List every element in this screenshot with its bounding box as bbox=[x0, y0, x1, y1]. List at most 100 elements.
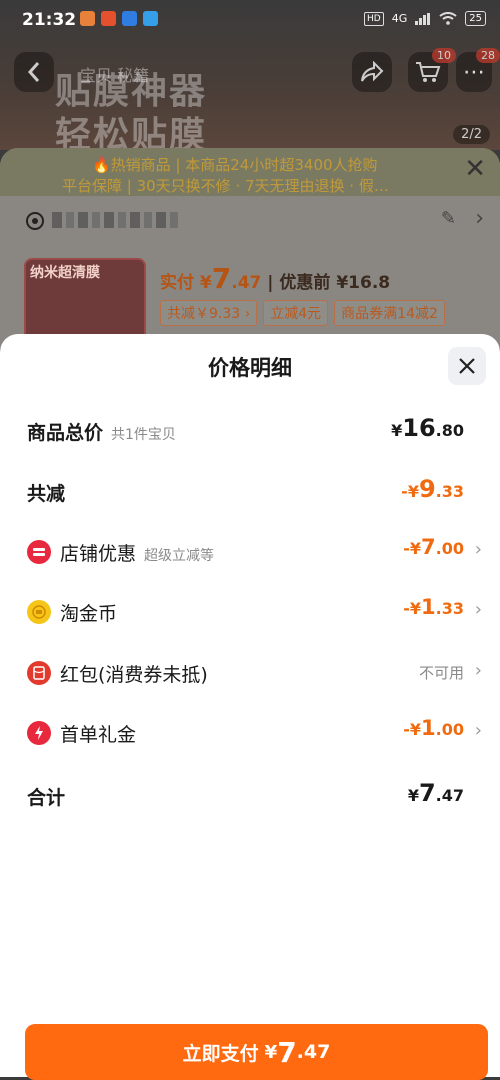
more-badge: 28 bbox=[476, 48, 500, 63]
row-sum: 合计 ¥7.47 bbox=[0, 775, 500, 815]
share-button[interactable] bbox=[352, 52, 392, 92]
amount-dec: .00 bbox=[435, 539, 464, 558]
price-prefix: 实付 ¥ bbox=[160, 273, 212, 293]
amount-int: 1 bbox=[421, 716, 436, 740]
amount-prefix: -¥ bbox=[401, 482, 419, 501]
sum-label: 合计 bbox=[27, 787, 66, 809]
pay-yen: ¥ bbox=[264, 1041, 278, 1063]
amount-dec: .00 bbox=[435, 720, 464, 739]
more-icon: ⋯ bbox=[463, 59, 485, 85]
location-icon bbox=[26, 212, 44, 230]
lightning-icon bbox=[27, 721, 51, 745]
promo-line-1: 贴膜神器 bbox=[55, 71, 208, 112]
row-first-order-gift: 首单礼金 -¥1.00 › bbox=[0, 712, 500, 752]
shop-discount-label: 店铺优惠 超级立减等 bbox=[60, 539, 214, 566]
amount-prefix: -¥ bbox=[403, 599, 422, 618]
notice-guarantee: 平台保障 | 30天只换不修 · 7天无理由退换 · 假… bbox=[62, 177, 389, 195]
address-blurred bbox=[52, 212, 180, 228]
amount-dec: .80 bbox=[435, 421, 464, 440]
goods-total-amount: ¥16.80 bbox=[391, 414, 464, 442]
amount-prefix: -¥ bbox=[403, 720, 422, 739]
row-total-discount: 共减 -¥9.33 bbox=[0, 471, 500, 511]
product-price: 实付 ¥7.47 | 优惠前 ¥16.8 bbox=[160, 262, 390, 295]
pay-int: 7 bbox=[277, 1035, 297, 1069]
status-time: 21:32 bbox=[22, 10, 77, 30]
battery-icon: 25 bbox=[465, 11, 486, 26]
red-packet-status: 不可用 bbox=[418, 664, 464, 682]
row-shop-discount[interactable]: 店铺优惠 超级立减等 -¥7.00 › bbox=[0, 531, 500, 571]
total-discount-label: 共减 bbox=[27, 483, 66, 505]
cart-button[interactable]: 10 bbox=[408, 48, 456, 92]
app-icon bbox=[143, 11, 158, 26]
goods-count: 共1件宝贝 bbox=[111, 427, 176, 443]
row-gold-coin[interactable]: 淘金币 -¥1.33 › bbox=[0, 591, 500, 631]
first-order-gift-label: 首单礼金 bbox=[60, 724, 137, 746]
red-packet-icon bbox=[27, 661, 51, 685]
gold-coin-icon bbox=[27, 600, 51, 624]
page-indicator: 2/2 bbox=[453, 125, 490, 144]
cart-icon bbox=[416, 62, 441, 82]
chevron-right-icon: › bbox=[474, 660, 482, 681]
amount-dec: .33 bbox=[435, 482, 464, 501]
more-button[interactable]: ⋯ 28 bbox=[456, 48, 500, 92]
total-discount-amount: -¥9.33 bbox=[401, 475, 464, 503]
chevron-right-icon: › bbox=[474, 539, 482, 560]
amount-dec: .47 bbox=[435, 786, 464, 805]
pay-label: 立即支付 bbox=[182, 1042, 259, 1065]
wifi-icon bbox=[439, 12, 457, 25]
edit-icon[interactable]: ✎ bbox=[441, 208, 456, 229]
red-packet-label: 红包(消费券未抵) bbox=[60, 664, 208, 686]
amount-int: 7 bbox=[418, 779, 436, 807]
chevron-right-icon: › bbox=[474, 599, 482, 620]
back-button[interactable] bbox=[14, 52, 54, 92]
shop-discount-text: 店铺优惠 bbox=[60, 543, 137, 565]
close-button[interactable] bbox=[448, 347, 486, 385]
chevron-right-icon: › bbox=[474, 720, 482, 741]
price-dec: .47 bbox=[231, 273, 262, 293]
gold-coin-label: 淘金币 bbox=[60, 603, 118, 625]
row-goods-total: 商品总价 共1件宝贝 ¥16.80 bbox=[0, 410, 500, 450]
sum-amount: ¥7.47 bbox=[408, 779, 464, 807]
amount-dec: .33 bbox=[435, 599, 464, 618]
pay-dec: .47 bbox=[296, 1041, 331, 1063]
price-int: 7 bbox=[211, 262, 232, 295]
tag-instant-discount: 立减4元 bbox=[263, 300, 329, 326]
amount-int: 16 bbox=[402, 414, 436, 442]
notice-hot: 🔥热销商品 | 本商品24小时超3400人抢购 bbox=[92, 156, 378, 174]
row-red-packet[interactable]: 红包(消费券未抵) 不可用 › bbox=[0, 652, 500, 692]
chevron-right-icon[interactable]: › bbox=[475, 206, 484, 231]
network-icon: 4G bbox=[391, 12, 408, 25]
status-right: HD 4G 25 bbox=[364, 11, 486, 26]
product-thumb-label: 纳米超清膜 bbox=[30, 265, 100, 281]
share-icon bbox=[361, 61, 384, 82]
app-icon bbox=[80, 11, 95, 26]
signal-icon bbox=[415, 12, 431, 25]
pay-now-button[interactable]: 立即支付 ¥ 7 .47 bbox=[25, 1024, 488, 1080]
price-before: | 优惠前 ¥16.8 bbox=[267, 273, 391, 293]
status-app-icons bbox=[80, 11, 158, 26]
close-icon bbox=[459, 358, 475, 374]
tag-total-discount[interactable]: 共减￥9.33 › bbox=[160, 300, 258, 326]
shop-discount-sub: 超级立减等 bbox=[144, 548, 215, 564]
hd-icon: HD bbox=[364, 11, 384, 26]
app-icon bbox=[101, 11, 116, 26]
amount-int: 7 bbox=[421, 535, 436, 559]
amount-int: 9 bbox=[418, 475, 436, 503]
cart-badge: 10 bbox=[432, 48, 456, 63]
amount-prefix: ¥ bbox=[407, 786, 419, 805]
gold-coin-amount: -¥1.33 bbox=[403, 595, 464, 619]
discount-tags: 共减￥9.33 › 立减4元 商品券满14减2 bbox=[160, 300, 445, 326]
amount-int: 1 bbox=[421, 595, 436, 619]
shop-coupon-icon bbox=[27, 540, 51, 564]
promo-text: 贴膜神器 轻松贴膜 bbox=[55, 70, 207, 158]
first-order-gift-amount: -¥1.00 bbox=[403, 716, 464, 740]
amount-prefix: -¥ bbox=[403, 539, 422, 558]
row-label: 商品总价 共1件宝贝 bbox=[27, 418, 176, 445]
amount-prefix: ¥ bbox=[391, 421, 403, 440]
tag-coupon: 商品券满14减2 bbox=[334, 300, 445, 326]
notice-close-button[interactable]: ✕ bbox=[464, 154, 486, 184]
goods-total-label: 商品总价 bbox=[27, 422, 104, 444]
sheet-title: 价格明细 bbox=[208, 356, 292, 380]
status-bar: 21:32 HD 4G 25 bbox=[0, 0, 500, 40]
shop-discount-amount: -¥7.00 bbox=[403, 535, 464, 559]
